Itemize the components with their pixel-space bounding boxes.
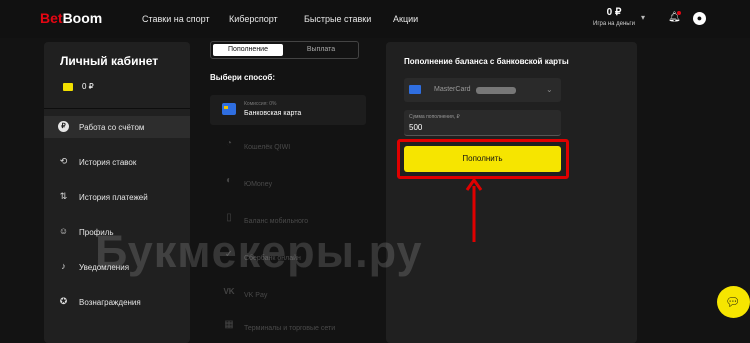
profile-icon: ☺ [58, 226, 69, 236]
card-icon [409, 85, 421, 94]
chevron-down-icon: ⌄ [546, 85, 553, 94]
method-label: Баланс мобильного [244, 218, 309, 225]
deposit-withdraw-tabs: Пополнение Выплата [210, 41, 359, 59]
watermark: Букмекеры.ру [95, 226, 423, 277]
sidebar-item-bet-history[interactable]: ⟲ История ставок [44, 151, 190, 173]
balance-mode-label: Игра на деньги [593, 21, 635, 27]
support-chat-button[interactable]: 💬︎ [717, 286, 750, 318]
top-bar: BetBoom Ставки на спорт Киберспорт Быстр… [0, 0, 750, 38]
header-balance[interactable]: 0 ₽ Игра на деньги [592, 7, 636, 27]
tab-withdraw[interactable]: Выплата [285, 44, 357, 56]
deposit-button[interactable]: Пополнить [404, 146, 561, 172]
amount-field[interactable]: Сумма пополнения, ₽ [404, 110, 561, 136]
method-commission: Комиссия: 0% [244, 101, 277, 107]
nav-esports[interactable]: Киберспорт [229, 14, 278, 24]
method-label: Терминалы и торговые сети [244, 325, 336, 332]
ruble-icon: ₽ [58, 121, 69, 132]
vk-icon: VK [223, 287, 235, 296]
amount-input[interactable] [409, 122, 549, 133]
star-icon: ✪ [59, 296, 68, 306]
card-label: MasterCard [434, 86, 471, 93]
masked-card-number [476, 87, 516, 94]
arrow-annotation-icon [465, 178, 483, 242]
deposit-title: Пополнение баланса с банковской карты [404, 57, 569, 66]
sidebar-item-account[interactable]: ₽ Работа со счётом [44, 116, 190, 138]
account-sidebar: Личный кабинет 0 ₽ ₽ Работа со счётом ⟲ … [44, 42, 190, 343]
method-label: VK Pay [244, 292, 268, 299]
method-yoomoney[interactable]: ◐ ЮMoney [210, 167, 366, 197]
user-icon[interactable]: ● [693, 12, 706, 25]
method-vk-pay[interactable]: VK VK Pay [210, 278, 366, 308]
sidebar-divider [44, 108, 190, 109]
method-label: Кошелёк QIWI [244, 144, 291, 151]
sidebar-balance: 0 ₽ [82, 82, 94, 91]
nav-sport-bets[interactable]: Ставки на спорт [142, 14, 210, 24]
chat-icon: 💬︎ [725, 295, 741, 309]
yoomoney-icon: ◐ [225, 175, 233, 186]
notification-dot [677, 11, 681, 15]
terminal-icon: ▦ [224, 319, 234, 330]
method-label: ЮMoney [244, 181, 273, 188]
sidebar-title: Личный кабинет [60, 54, 159, 68]
method-qiwi[interactable]: ◔ Кошелёк QIWI [210, 130, 366, 160]
phone-icon: ▯ [226, 212, 232, 223]
balance-amount: 0 ₽ [606, 7, 622, 18]
wallet-icon [63, 83, 73, 91]
nav-fast-bets[interactable]: Быстрые ставки [304, 14, 371, 24]
bell-icon: ♪ [61, 261, 66, 271]
amount-label: Сумма пополнения, ₽ [409, 114, 460, 120]
method-label: Банковская карта [244, 110, 302, 117]
history-icon: ⟲ [59, 156, 68, 166]
method-bank-card[interactable]: Комиссия: 0% Банковская карта [210, 95, 366, 125]
chevron-down-icon[interactable]: ▾ [641, 13, 645, 22]
tab-deposit[interactable]: Пополнение [213, 44, 283, 56]
card-icon [222, 103, 236, 115]
sidebar-item-rewards[interactable]: ✪ Вознаграждения [44, 291, 190, 313]
nav-promotions[interactable]: Акции [393, 14, 418, 24]
transfer-icon: ⇅ [59, 191, 68, 201]
betboom-logo[interactable]: BetBoom [40, 10, 102, 26]
sidebar-item-payment-history[interactable]: ⇅ История платежей [44, 186, 190, 208]
deposit-panel: Пополнение баланса с банковской карты Ma… [386, 42, 637, 343]
card-select[interactable]: MasterCard ⌄ [404, 78, 561, 102]
method-terminals[interactable]: ▦ Терминалы и торговые сети [210, 311, 366, 341]
choose-method-label: Выбери способ: [210, 73, 276, 82]
qiwi-icon: ◔ [225, 138, 233, 149]
